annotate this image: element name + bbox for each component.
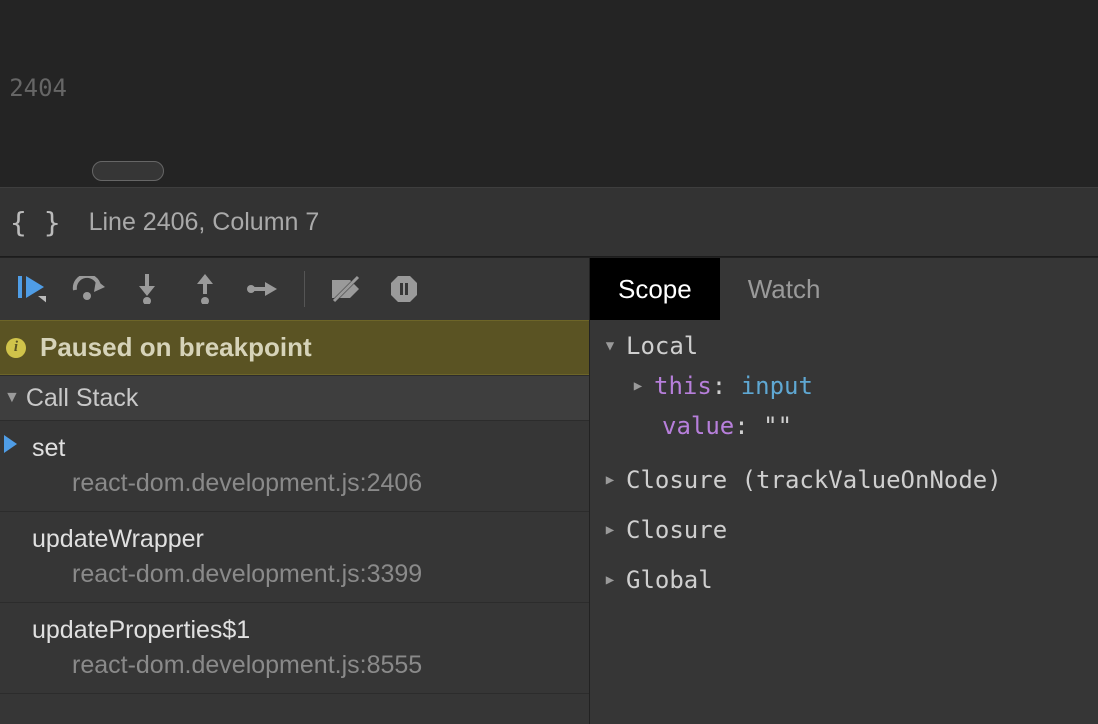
tab-watch[interactable]: Watch	[720, 258, 849, 320]
scope-label: Closure	[626, 510, 727, 550]
scope-label: Global	[626, 560, 713, 600]
scope-section-global[interactable]: ▶ Global	[602, 560, 1098, 600]
scope-label: Local	[626, 326, 698, 366]
debugger-pane: i Paused on breakpoint ▼ Call Stack set …	[0, 257, 1098, 724]
scope-variable[interactable]: ▶ this: input	[602, 366, 1098, 406]
chevron-right-icon: ▶	[602, 510, 618, 550]
step-into-button[interactable]	[124, 266, 170, 312]
toolbar-separator	[304, 271, 305, 307]
scope-var-name: this	[654, 372, 712, 400]
step-out-button[interactable]	[182, 266, 228, 312]
stack-frame-function: set	[32, 431, 581, 466]
cursor-position-label: Line 2406, Column 7	[89, 208, 320, 237]
horizontal-scrollbar-thumb[interactable]	[92, 161, 164, 181]
paused-label: Paused on breakpoint	[40, 332, 312, 363]
info-icon: i	[6, 338, 26, 358]
resume-button[interactable]	[8, 266, 54, 312]
scope-watch-tabs: Scope Watch	[590, 258, 1098, 320]
chevron-right-icon: ▶	[602, 560, 618, 600]
stack-frame[interactable]: updateWrapper react-dom.development.js:3…	[0, 512, 589, 603]
code-line[interactable]: 2404	[0, 72, 1098, 104]
debugger-right-pane: Scope Watch ▼ Local ▶ this: input value:…	[590, 258, 1098, 724]
stack-frame-location: react-dom.development.js:3399	[32, 557, 581, 592]
code-editor-pane[interactable]: 2404 2405 set : function ( value ) { 240…	[0, 0, 1098, 187]
scope-variable[interactable]: value: ""	[602, 406, 1098, 446]
stack-frame-function: updateProperties$1	[32, 613, 581, 648]
stack-frame-function: updateWrapper	[32, 522, 581, 557]
chevron-right-icon: ▶	[602, 460, 618, 500]
scope-var-value: input	[741, 372, 813, 400]
call-stack-list: set react-dom.development.js:2406 update…	[0, 421, 589, 724]
paused-banner: i Paused on breakpoint	[0, 320, 589, 375]
stack-frame[interactable]: updateProperties$1 react-dom.development…	[0, 603, 589, 694]
stack-frame-location: react-dom.development.js:2406	[32, 466, 581, 501]
scope-tree: ▼ Local ▶ this: input value: "" ▶ Closur…	[590, 320, 1098, 724]
line-number[interactable]: 2404	[0, 72, 70, 104]
call-stack-label: Call Stack	[26, 384, 139, 413]
debugger-left-pane: i Paused on breakpoint ▼ Call Stack set …	[0, 258, 590, 724]
scope-section-local[interactable]: ▼ Local	[602, 326, 1098, 366]
scope-label: Closure	[626, 466, 727, 494]
stack-frame[interactable]: set react-dom.development.js:2406	[0, 421, 589, 512]
step-button[interactable]	[240, 266, 286, 312]
scope-section-closure[interactable]: ▶ Closure	[602, 510, 1098, 550]
deactivate-breakpoints-button[interactable]	[323, 266, 369, 312]
pretty-print-button[interactable]: { }	[10, 206, 61, 239]
call-stack-header[interactable]: ▼ Call Stack	[0, 375, 589, 421]
tab-scope[interactable]: Scope	[590, 258, 720, 320]
chevron-right-icon: ▶	[630, 366, 646, 406]
scope-var-value: ""	[763, 412, 792, 440]
debugger-toolbar	[0, 258, 589, 320]
step-over-button[interactable]	[66, 266, 112, 312]
scope-var-name: value	[662, 412, 734, 440]
scope-section-closure[interactable]: ▶ Closure (trackValueOnNode)	[602, 460, 1098, 500]
scope-closure-name: (trackValueOnNode)	[742, 466, 1002, 494]
pause-on-exceptions-button[interactable]	[381, 266, 427, 312]
editor-statusbar: { } Line 2406, Column 7	[0, 187, 1098, 257]
chevron-down-icon: ▼	[602, 326, 618, 366]
chevron-down-icon: ▼	[4, 389, 20, 407]
stack-frame-location: react-dom.development.js:8555	[32, 648, 581, 683]
